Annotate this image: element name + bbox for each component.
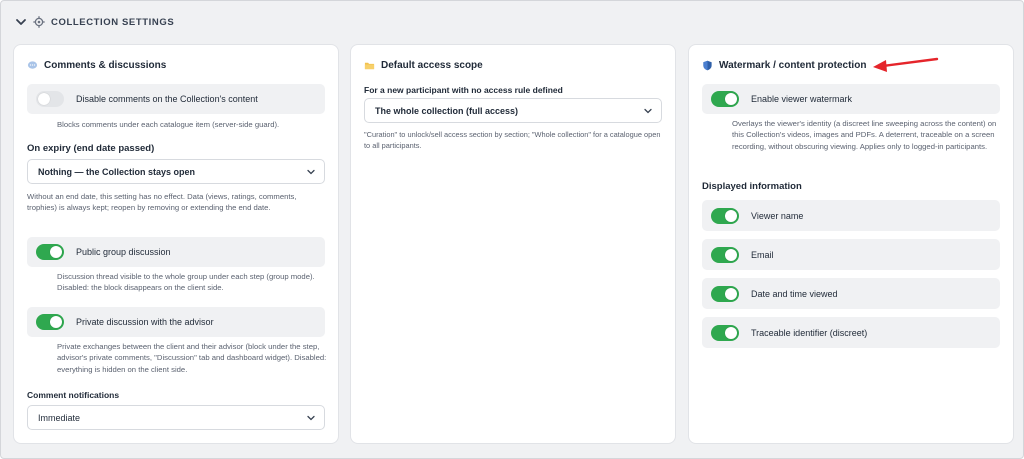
on-expiry-value: Nothing — the Collection stays open bbox=[38, 166, 196, 177]
access-scope-help: "Curation" to unlock/sell access section… bbox=[364, 130, 661, 151]
info-item-date-time[interactable]: Date and time viewed bbox=[702, 278, 1000, 309]
info-item-email[interactable]: Email bbox=[702, 239, 1000, 270]
notifications-label: Comment notifications bbox=[27, 390, 120, 400]
displayed-info-heading: Displayed information bbox=[702, 181, 802, 192]
folder-icon bbox=[364, 62, 375, 70]
access-card-title: Default access scope bbox=[364, 60, 483, 71]
disable-comments-row[interactable]: Disable comments on the Collection's con… bbox=[27, 84, 325, 114]
annotation-arrow-icon bbox=[873, 57, 939, 72]
info-item-traceable-id[interactable]: Traceable identifier (discreet) bbox=[702, 317, 1000, 348]
public-group-label: Public group discussion bbox=[76, 247, 171, 257]
disable-comments-toggle[interactable] bbox=[36, 91, 64, 107]
section-title: COLLECTION SETTINGS bbox=[51, 16, 175, 28]
chevron-down-icon bbox=[644, 108, 652, 113]
viewer-name-toggle[interactable] bbox=[711, 207, 739, 224]
comments-card: Comments & discussions Disable comments … bbox=[13, 44, 339, 444]
enable-watermark-label: Enable viewer watermark bbox=[751, 94, 853, 104]
chevron-down-icon bbox=[307, 169, 315, 174]
on-expiry-help: Without an end date, this setting has no… bbox=[27, 192, 297, 213]
notifications-value: Immediate bbox=[38, 412, 81, 423]
enable-watermark-row[interactable]: Enable viewer watermark bbox=[702, 84, 1000, 114]
private-advisor-row[interactable]: Private discussion with the advisor bbox=[27, 307, 325, 337]
speech-bubble-icon bbox=[27, 61, 38, 69]
watermark-card-title-text: Watermark / content protection bbox=[719, 60, 867, 71]
date-time-label: Date and time viewed bbox=[751, 288, 838, 299]
private-advisor-label: Private discussion with the advisor bbox=[76, 317, 214, 327]
email-toggle[interactable] bbox=[711, 246, 739, 263]
public-group-help: Discussion thread visible to the whole g… bbox=[57, 272, 315, 293]
enable-watermark-toggle[interactable] bbox=[711, 91, 739, 107]
email-label: Email bbox=[751, 249, 774, 260]
on-expiry-select[interactable]: Nothing — the Collection stays open bbox=[27, 159, 325, 184]
public-group-row[interactable]: Public group discussion bbox=[27, 237, 325, 267]
chevron-down-icon bbox=[307, 415, 315, 420]
chevron-down-icon[interactable] bbox=[15, 16, 27, 28]
settings-frame: COLLECTION SETTINGS Comments & discussio… bbox=[0, 0, 1024, 459]
viewer-name-label: Viewer name bbox=[751, 210, 804, 221]
private-advisor-toggle[interactable] bbox=[36, 314, 64, 330]
traceable-id-toggle[interactable] bbox=[711, 324, 739, 341]
on-expiry-label: On expiry (end date passed) bbox=[27, 143, 155, 154]
date-time-toggle[interactable] bbox=[711, 285, 739, 302]
access-scope-select[interactable]: The whole collection (full access) bbox=[364, 98, 662, 123]
comments-card-title-text: Comments & discussions bbox=[44, 60, 167, 71]
disable-comments-label: Disable comments on the Collection's con… bbox=[76, 94, 258, 104]
watermark-card: Watermark / content protection Enable vi… bbox=[688, 44, 1014, 444]
comments-card-title: Comments & discussions bbox=[27, 60, 166, 71]
access-card: Default access scope For a new participa… bbox=[350, 44, 676, 444]
notifications-select[interactable]: Immediate bbox=[27, 405, 325, 430]
traceable-id-label: Traceable identifier (discreet) bbox=[751, 327, 868, 338]
enable-watermark-help: Overlays the viewer's identity (a discre… bbox=[732, 119, 997, 151]
disable-comments-help: Blocks comments under each catalogue ite… bbox=[57, 120, 280, 129]
new-participant-label: For a new participant with no access rul… bbox=[364, 85, 563, 95]
section-header[interactable]: COLLECTION SETTINGS bbox=[15, 13, 174, 31]
info-item-viewer-name[interactable]: Viewer name bbox=[702, 200, 1000, 231]
watermark-card-title: Watermark / content protection bbox=[702, 60, 866, 71]
public-group-toggle[interactable] bbox=[36, 244, 64, 260]
shield-icon bbox=[703, 60, 712, 71]
access-card-title-text: Default access scope bbox=[381, 60, 483, 71]
gear-icon bbox=[33, 16, 45, 28]
private-advisor-help: Private exchanges between the client and… bbox=[57, 342, 327, 374]
access-scope-value: The whole collection (full access) bbox=[375, 105, 519, 116]
